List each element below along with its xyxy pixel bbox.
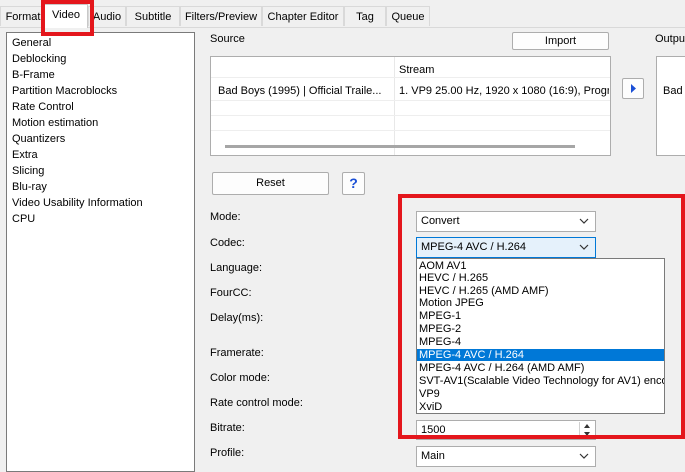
tab-audio[interactable]: Audio xyxy=(88,6,126,26)
play-arrow-icon xyxy=(631,84,636,93)
tab-label: Queue xyxy=(391,11,425,23)
row-divider xyxy=(211,115,610,116)
language-label: Language: xyxy=(210,262,262,274)
import-button[interactable]: Import xyxy=(512,32,609,50)
source-file-name[interactable]: Bad Boys (1995) | Official Traile... xyxy=(218,85,388,97)
tab-chapter-editor[interactable]: Chapter Editor xyxy=(262,6,344,26)
horizontal-scrollbar[interactable] xyxy=(225,145,575,148)
tab-filters-preview[interactable]: Filters/Preview xyxy=(180,6,262,26)
output-list[interactable]: Bad xyxy=(656,56,685,156)
tab-tag[interactable]: Tag xyxy=(344,6,386,26)
mode-select[interactable]: Convert xyxy=(416,211,596,232)
output-file-name[interactable]: Bad xyxy=(663,85,683,97)
tab-label: Chapter Editor xyxy=(267,11,339,23)
spin-buttons[interactable] xyxy=(579,422,594,438)
tab-format[interactable]: Format xyxy=(0,6,46,26)
tab-label: Filters/Preview xyxy=(184,11,258,23)
help-icon: ? xyxy=(349,175,358,191)
tree-item-cpu[interactable]: CPU xyxy=(12,211,35,227)
tree-item-b-frame[interactable]: B-Frame xyxy=(12,67,55,83)
codec-option[interactable]: HEVC / H.265 (AMD AMF) xyxy=(417,285,664,297)
output-label: Outpu xyxy=(655,33,685,45)
help-button[interactable]: ? xyxy=(342,172,365,195)
tab-label: Subtitle xyxy=(134,11,172,23)
tab-queue[interactable]: Queue xyxy=(386,6,430,26)
tree-item-rate-control[interactable]: Rate Control xyxy=(12,99,74,115)
bitrate-value: 1500 xyxy=(421,424,446,436)
tab-label: Format xyxy=(5,11,41,23)
tab-label: Audio xyxy=(92,11,122,23)
codec-option[interactable]: MPEG-4 AVC / H.264 (AMD AMF) xyxy=(417,362,664,374)
tree-item-partition-macroblocks[interactable]: Partition Macroblocks xyxy=(12,83,117,99)
row-divider xyxy=(211,130,610,131)
codec-option[interactable]: VP9 xyxy=(417,388,664,400)
column-divider xyxy=(394,57,395,155)
color-mode-label: Color mode: xyxy=(210,372,270,384)
tree-item-motion-estimation[interactable]: Motion estimation xyxy=(12,115,98,131)
rate-control-mode-label: Rate control mode: xyxy=(210,397,303,409)
tree-item-extra[interactable]: Extra xyxy=(12,147,38,163)
codec-value: MPEG-4 AVC / H.264 xyxy=(421,241,526,253)
source-list[interactable]: Stream Bad Boys (1995) | Official Traile… xyxy=(210,56,611,156)
spin-up-icon[interactable] xyxy=(580,422,594,430)
codec-option[interactable]: SVT-AV1(Scalable Video Technology for AV… xyxy=(417,375,664,387)
codec-option[interactable]: AOM AV1 xyxy=(417,260,664,272)
header-divider xyxy=(211,77,610,78)
import-button-label: Import xyxy=(544,35,577,47)
delay-label: Delay(ms): xyxy=(210,312,264,324)
codec-label: Codec: xyxy=(210,237,245,249)
profile-select[interactable]: Main xyxy=(416,446,596,467)
codec-option[interactable]: XviD xyxy=(417,401,664,413)
tree-item-blu-ray[interactable]: Blu-ray xyxy=(12,179,47,195)
add-to-output-button[interactable] xyxy=(622,78,644,99)
codec-select[interactable]: MPEG-4 AVC / H.264 xyxy=(416,237,596,258)
profile-value: Main xyxy=(421,450,445,462)
codec-option[interactable]: MPEG-1 xyxy=(417,310,664,322)
chevron-down-icon xyxy=(579,453,589,459)
codec-option[interactable]: MPEG-4 xyxy=(417,336,664,348)
tree-item-slicing[interactable]: Slicing xyxy=(12,163,44,179)
chevron-down-icon xyxy=(579,218,589,224)
spin-down-icon[interactable] xyxy=(580,430,594,438)
tree-item-video-usability-information[interactable]: Video Usability Information xyxy=(12,195,143,211)
fourcc-label: FourCC: xyxy=(210,287,252,299)
row-divider xyxy=(211,100,610,101)
tree-item-general[interactable]: General xyxy=(12,35,51,51)
mode-value: Convert xyxy=(421,215,460,227)
bitrate-spinbox[interactable]: 1500 xyxy=(416,420,596,440)
chevron-down-icon xyxy=(579,244,589,250)
source-label: Source xyxy=(210,33,245,45)
tab-label: Tag xyxy=(356,11,374,23)
profile-label: Profile: xyxy=(210,447,245,459)
codec-dropdown-list[interactable]: AOM AV1 HEVC / H.265 HEVC / H.265 (AMD A… xyxy=(416,258,665,414)
tab-video[interactable]: Video xyxy=(44,4,88,28)
mode-label: Mode: xyxy=(210,211,241,223)
settings-tree[interactable]: General Deblocking B-Frame Partition Mac… xyxy=(6,32,195,472)
tab-bar: Format Video Audio Subtitle Filters/Prev… xyxy=(0,0,685,30)
stream-column-header: Stream xyxy=(399,64,435,76)
codec-option[interactable]: Motion JPEG xyxy=(417,297,664,309)
tab-subtitle[interactable]: Subtitle xyxy=(126,6,180,26)
source-stream-info[interactable]: 1. VP9 25.00 Hz, 1920 x 1080 (16:9), Pro… xyxy=(399,85,609,97)
codec-option-selected[interactable]: MPEG-4 AVC / H.264 xyxy=(417,349,664,361)
reset-button-label: Reset xyxy=(256,177,285,189)
codec-option[interactable]: HEVC / H.265 xyxy=(417,272,664,284)
tab-divider xyxy=(0,27,685,28)
bitrate-label: Bitrate: xyxy=(210,422,245,434)
codec-option[interactable]: MPEG-2 xyxy=(417,323,664,335)
reset-button[interactable]: Reset xyxy=(212,172,329,195)
framerate-label: Framerate: xyxy=(210,347,264,359)
tree-item-deblocking[interactable]: Deblocking xyxy=(12,51,66,67)
tab-label: Video xyxy=(52,9,80,21)
tree-item-quantizers[interactable]: Quantizers xyxy=(12,131,65,147)
